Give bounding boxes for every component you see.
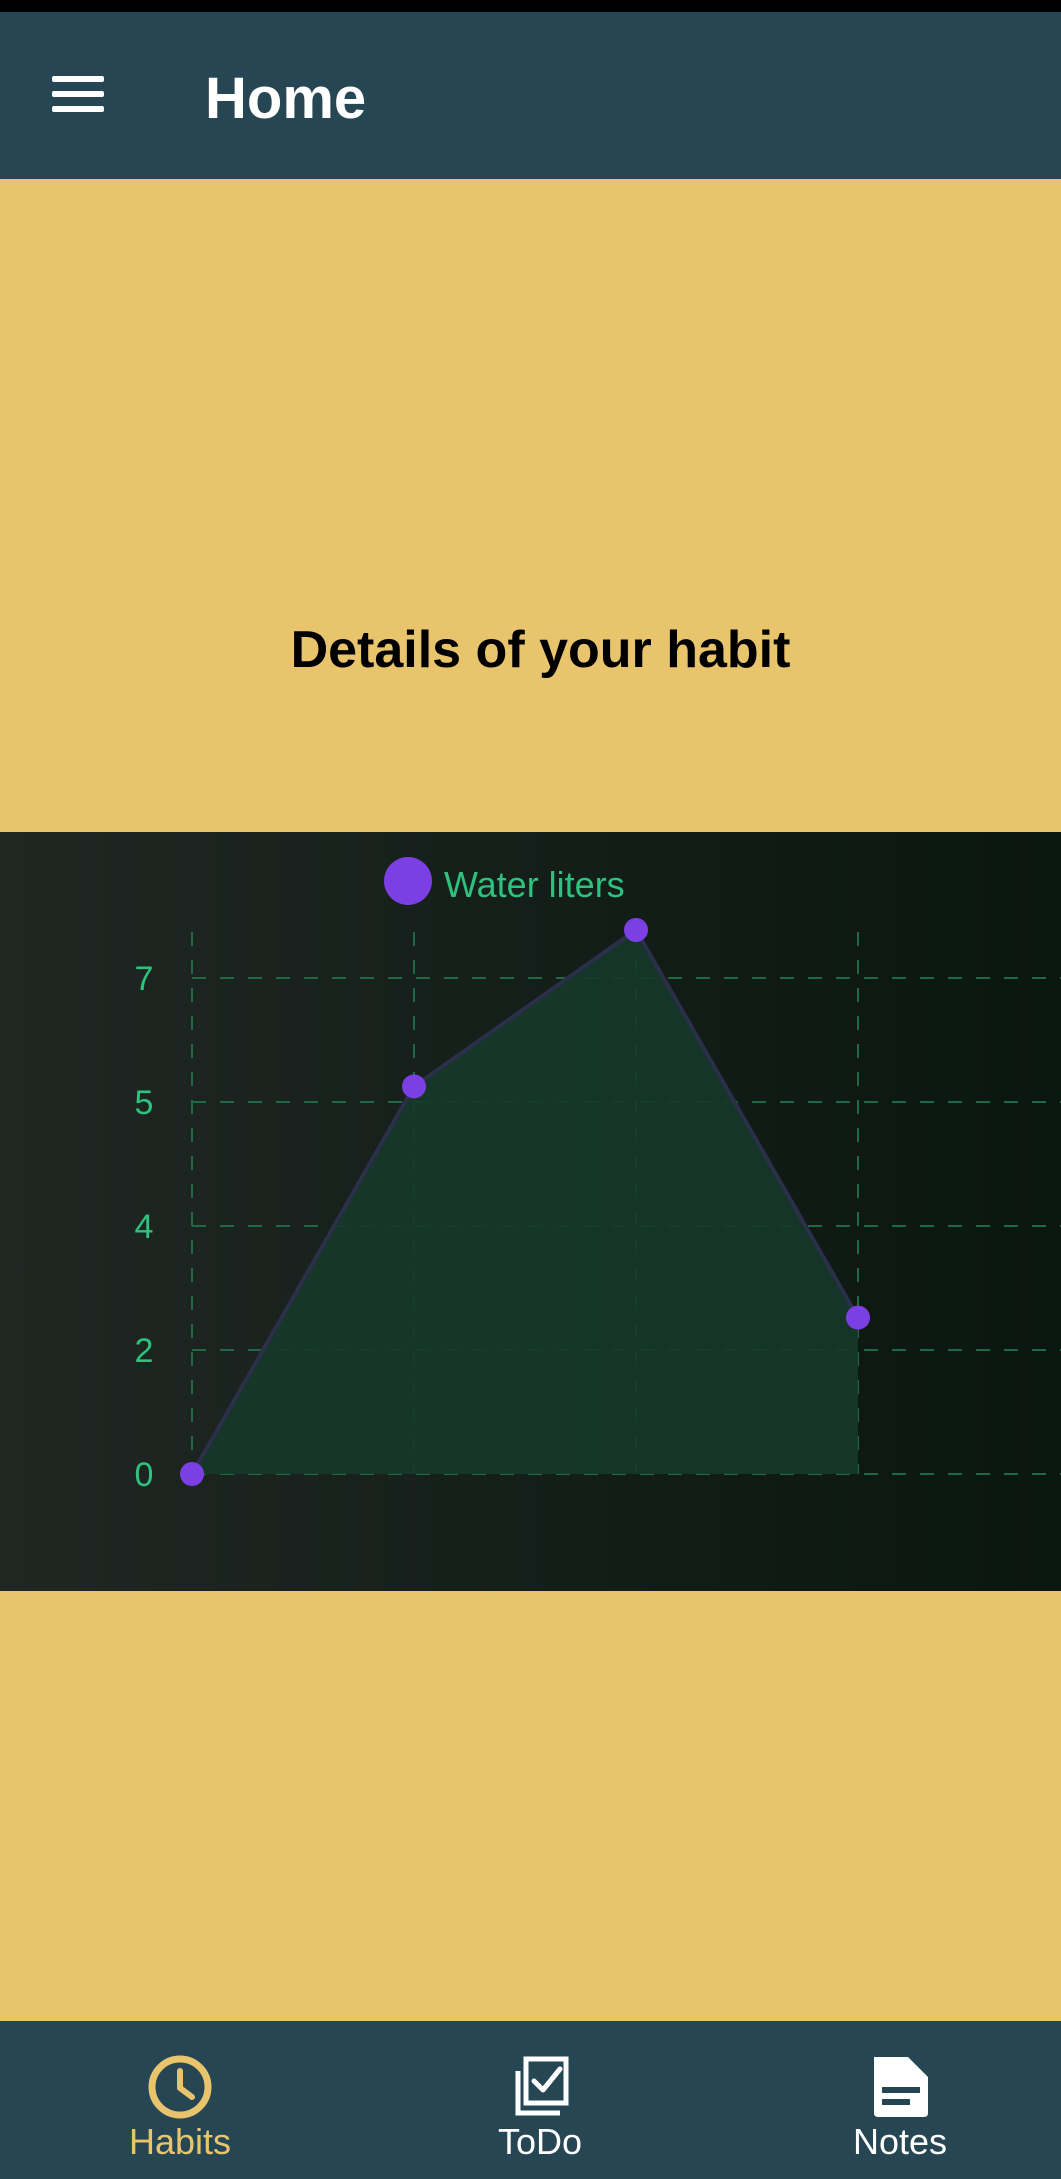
legend-marker: [384, 857, 432, 905]
data-point: [180, 1462, 204, 1486]
data-point: [402, 1074, 426, 1099]
chart-svg: 0 2 4 5 7: [135, 918, 1061, 1494]
y-tick-label: 4: [135, 1208, 154, 1246]
habit-details-heading: Details of your habit: [290, 621, 791, 679]
nav-notes-label: Notes: [852, 2121, 948, 2162]
page-title: Home: [205, 66, 367, 131]
checklist-icon: [515, 2056, 569, 2116]
y-tick-label: 7: [135, 960, 154, 998]
data-point: [624, 918, 648, 942]
y-tick-label: 2: [135, 1332, 154, 1370]
clock-icon: [148, 2055, 212, 2119]
nav-habits[interactable]: Habits: [30, 2021, 330, 2179]
notes-icon: [874, 2057, 928, 2117]
nav-notes[interactable]: Notes: [750, 2021, 1050, 2179]
app-bar: Home: [0, 12, 1061, 179]
menu-icon[interactable]: [48, 72, 108, 116]
data-point: [846, 1305, 870, 1330]
nav-habits-label: Habits: [128, 2121, 232, 2162]
nav-todo[interactable]: ToDo: [390, 2021, 690, 2179]
habit-chart: 0 2 4 5 7: [0, 832, 1061, 1591]
status-bar: [0, 0, 1061, 12]
nav-todo-label: ToDo: [497, 2121, 583, 2162]
y-tick-label: 5: [135, 1084, 154, 1122]
bottom-navigation: Habits ToDo Notes: [0, 2021, 1061, 2179]
series-area: [192, 930, 858, 1474]
y-tick-label: 0: [135, 1456, 154, 1494]
legend-label: Water liters: [444, 864, 625, 905]
